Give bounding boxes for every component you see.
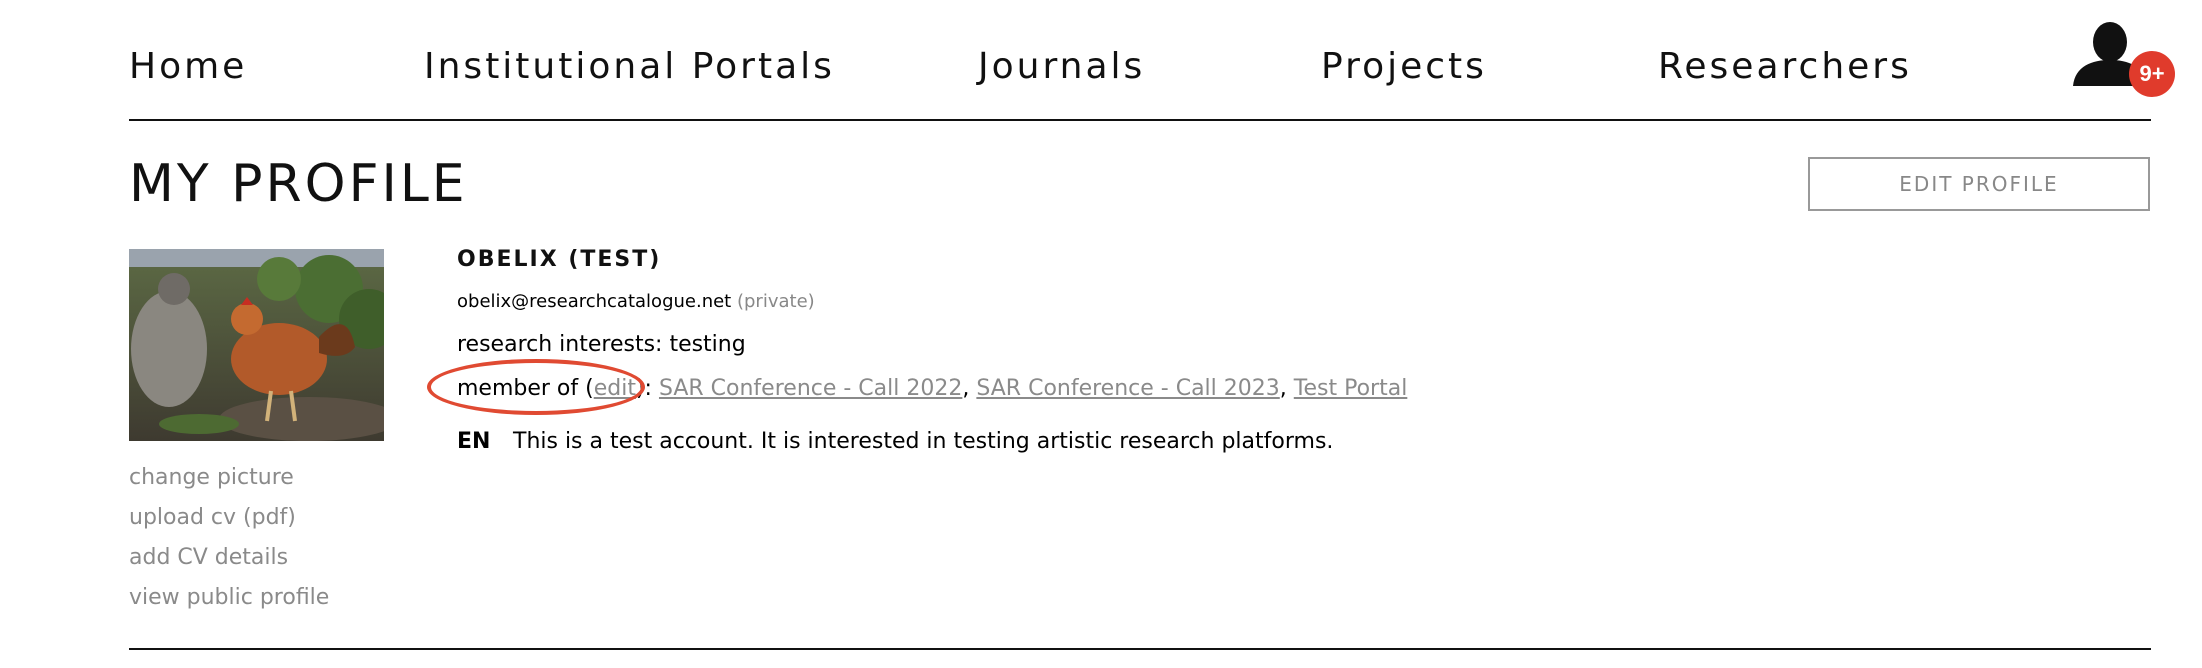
page-title: MY PROFILE bbox=[129, 154, 468, 214]
nav-journals[interactable]: Journals bbox=[978, 43, 1145, 91]
group-link-sar-2022[interactable]: SAR Conference - Call 2022 bbox=[659, 376, 962, 401]
membership-edit-link[interactable]: edit bbox=[594, 376, 636, 401]
member-of-label: member of ( bbox=[457, 376, 594, 401]
profile-name: OBELIX (TEST) bbox=[457, 247, 662, 272]
profile-side-links: change picture upload cv (pdf) add CV de… bbox=[129, 458, 329, 618]
member-of-close: ): bbox=[635, 376, 652, 401]
group-separator: , bbox=[962, 376, 970, 401]
bio-text: This is a test account. It is interested… bbox=[513, 429, 1334, 454]
group-link-test-portal[interactable]: Test Portal bbox=[1294, 376, 1408, 401]
bio-line: EN This is a test account. It is interest… bbox=[457, 429, 1333, 454]
change-picture-link[interactable]: change picture bbox=[129, 458, 329, 498]
group-separator: , bbox=[1279, 376, 1287, 401]
notification-badge[interactable]: 9+ bbox=[2129, 51, 2175, 97]
research-interests: research interests: testing bbox=[457, 332, 746, 357]
membership-line: member of (edit): SAR Conference - Call … bbox=[457, 376, 1407, 401]
email-visibility: (private) bbox=[736, 291, 815, 312]
nav-projects[interactable]: Projects bbox=[1321, 43, 1487, 91]
view-public-profile-link[interactable]: view public profile bbox=[129, 578, 329, 618]
add-cv-details-link[interactable]: add CV details bbox=[129, 538, 329, 578]
nav-home[interactable]: Home bbox=[129, 43, 247, 91]
group-link-sar-2023[interactable]: SAR Conference - Call 2023 bbox=[976, 376, 1279, 401]
nav-institutional-portals[interactable]: Institutional Portals bbox=[424, 43, 835, 91]
nav-divider bbox=[129, 119, 2151, 121]
edit-profile-button[interactable]: EDIT PROFILE bbox=[1808, 157, 2150, 211]
profile-picture bbox=[129, 249, 384, 441]
email-address: obelix@researchcatalogue.net bbox=[457, 291, 732, 312]
top-navigation: Home Institutional Portals Journals Proj… bbox=[0, 0, 2202, 122]
bottom-divider bbox=[129, 648, 2151, 650]
email-line: obelix@researchcatalogue.net (private) bbox=[457, 291, 815, 312]
bio-language-code: EN bbox=[457, 429, 491, 454]
upload-cv-link[interactable]: upload cv (pdf) bbox=[129, 498, 329, 538]
nav-researchers[interactable]: Researchers bbox=[1658, 43, 1912, 91]
